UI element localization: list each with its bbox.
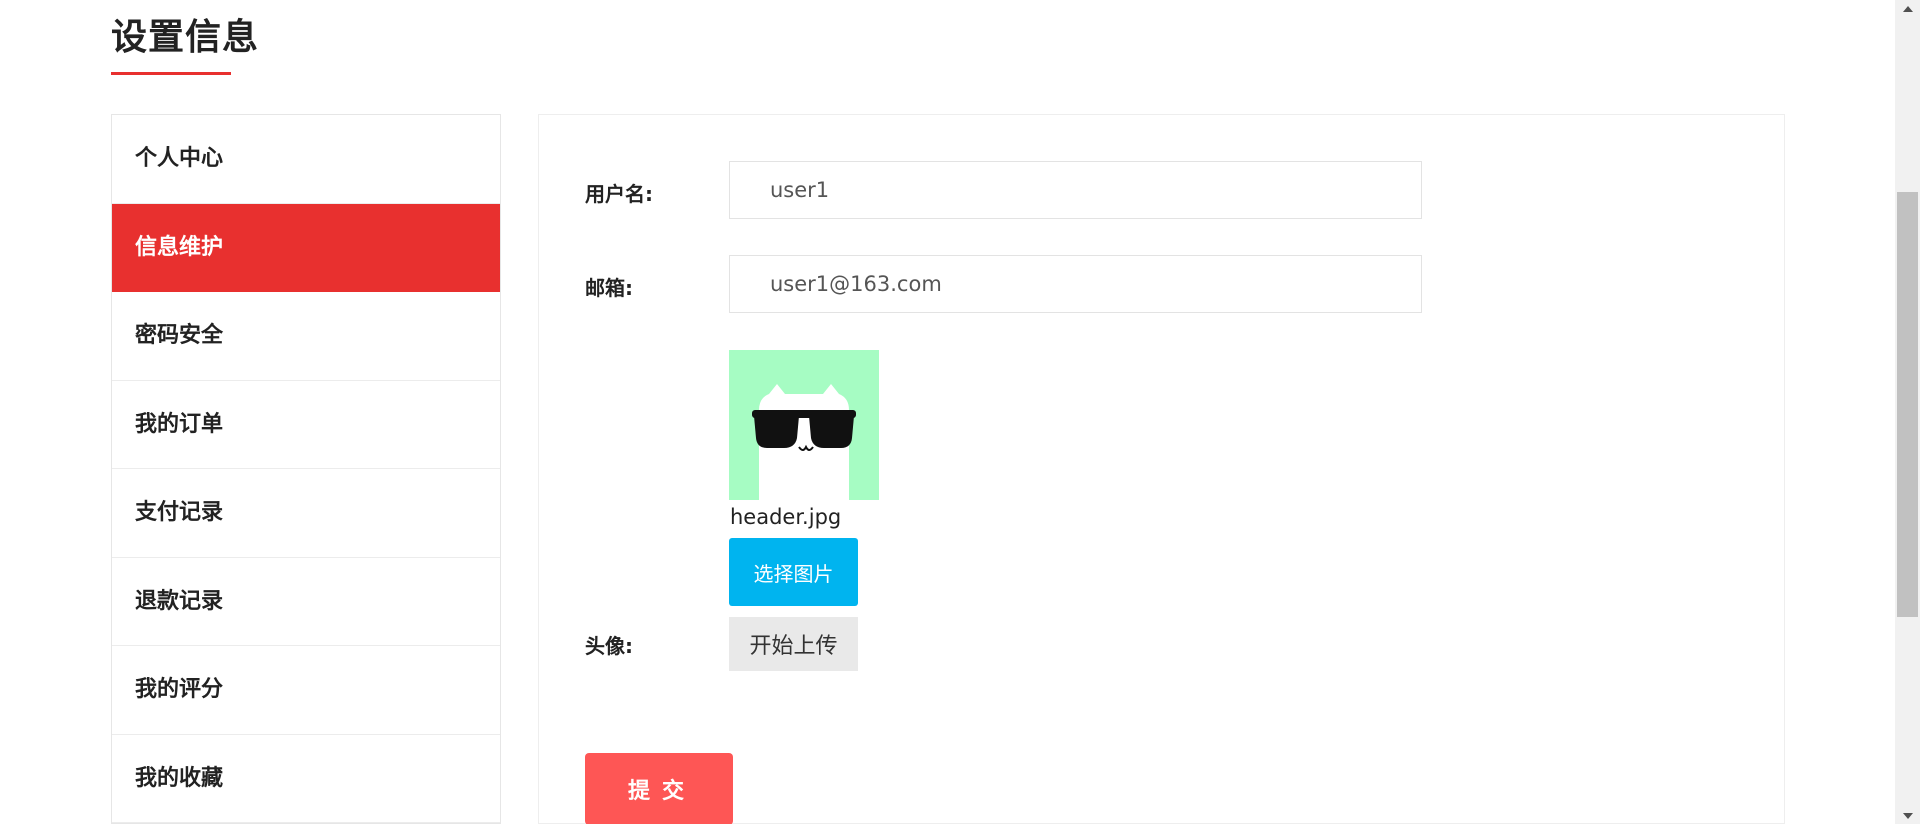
sidebar-item-label: 密码安全 [135, 323, 224, 348]
choose-image-button[interactable]: 选择图片 [729, 538, 858, 606]
page-title: 设置信息 [111, 17, 260, 58]
chevron-down-icon[interactable] [1895, 807, 1920, 824]
avatar-label: 头像: [585, 634, 633, 658]
sidebar-item-my-ratings[interactable]: 我的评分 [112, 646, 500, 735]
sidebar-item-label: 个人中心 [135, 146, 224, 171]
avatar-file-name: header.jpg [730, 505, 842, 529]
cat-sunglasses-icon [729, 350, 879, 500]
sidebar-item-refund-records[interactable]: 退款记录 [112, 558, 500, 646]
chevron-up-icon[interactable] [1895, 0, 1920, 17]
avatar-preview [729, 350, 879, 500]
sidebar-item-personal-center[interactable]: 个人中心 [112, 115, 500, 204]
info-form-panel [538, 114, 1785, 824]
username-input[interactable] [729, 161, 1422, 219]
sidebar-item-label: 退款记录 [135, 588, 224, 614]
sidebar-item-my-favorites[interactable]: 我的收藏 [112, 735, 500, 823]
sidebar-item-label: 支付记录 [135, 500, 224, 525]
username-label: 用户名: [585, 182, 653, 206]
sidebar-item-label: 我的订单 [135, 411, 224, 437]
sidebar-item-payment-records[interactable]: 支付记录 [112, 469, 500, 558]
sidebar-item-info-maintenance[interactable]: 信息维护 [112, 203, 500, 292]
sidebar-item-label: 我的收藏 [135, 765, 224, 791]
start-upload-button[interactable]: 开始上传 [729, 617, 858, 671]
sidebar-item-label: 我的评分 [135, 677, 224, 702]
email-label: 邮箱: [585, 276, 633, 300]
scrollbar-thumb[interactable] [1897, 192, 1918, 617]
sidebar-item-password-security[interactable]: 密码安全 [112, 292, 500, 381]
submit-button[interactable]: 提交 [585, 753, 733, 824]
title-underline [111, 72, 231, 75]
email-input[interactable] [729, 255, 1422, 313]
sidebar-item-my-orders[interactable]: 我的订单 [112, 381, 500, 469]
sidebar-item-label: 信息维护 [135, 234, 224, 260]
sidebar: 个人中心 信息维护 密码安全 我的订单 支付记录 退款记录 我的评分 我的收藏 [111, 114, 501, 824]
page: 设置信息 个人中心 信息维护 密码安全 我的订单 支付记录 退款记录 我的评分 … [0, 0, 1920, 824]
